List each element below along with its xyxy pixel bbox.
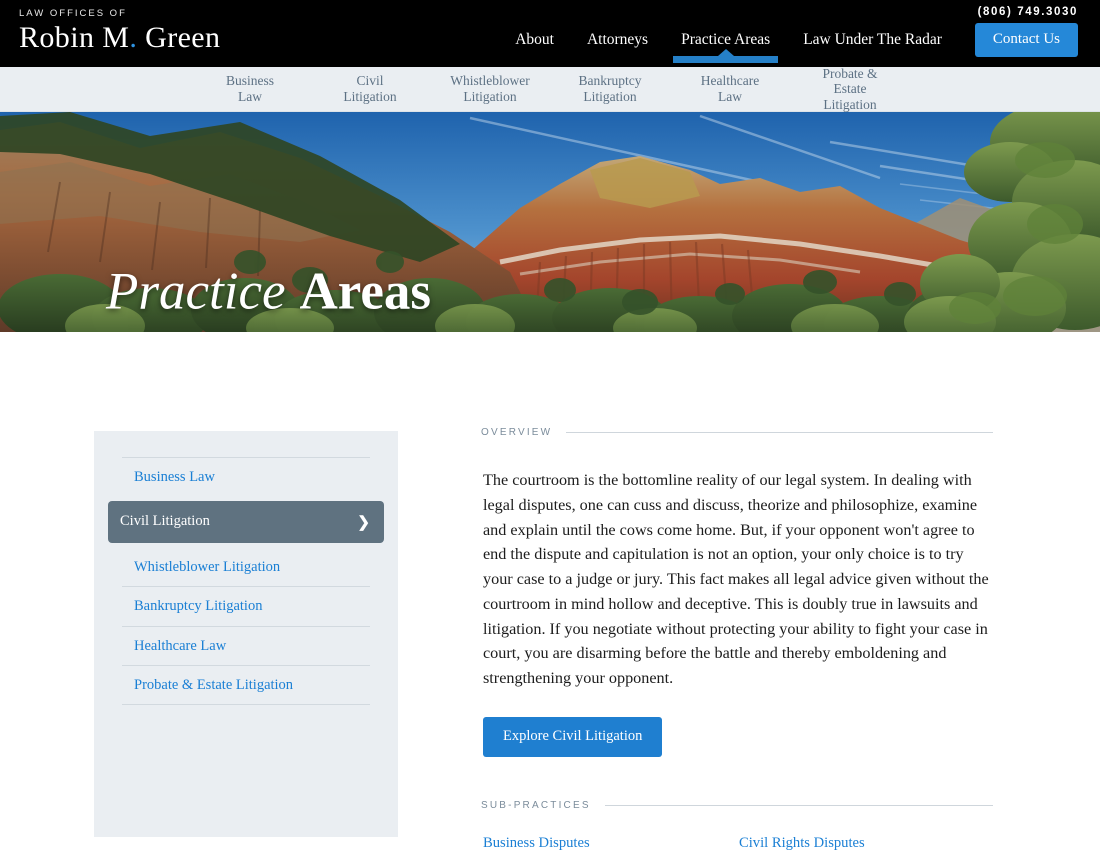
sidebar-item-bankruptcy-litigation[interactable]: Bankruptcy Litigation xyxy=(122,587,370,625)
hero-banner: Practice Areas xyxy=(0,112,1100,332)
sidebar-divider xyxy=(122,704,370,706)
nav-item-about[interactable]: About xyxy=(515,25,554,63)
subnav-item-civil-litigation[interactable]: Civil Litigation xyxy=(310,73,430,104)
content-column: OVERVIEW The courtroom is the bottomline… xyxy=(481,427,993,861)
sidebar-item-business-law[interactable]: Business Law xyxy=(122,458,370,496)
chevron-right-icon: ❯ xyxy=(357,513,370,531)
overview-heading: OVERVIEW xyxy=(481,427,553,438)
subnav-item-healthcare-law[interactable]: Healthcare Law xyxy=(670,73,790,104)
section-rule xyxy=(566,432,993,433)
nav-item-law-under-the-radar[interactable]: Law Under The Radar xyxy=(803,25,942,63)
practice-areas-sidebar: Business Law Civil Litigation ❯ Whistleb… xyxy=(94,431,398,837)
nav-label: Practice Areas xyxy=(681,30,771,48)
nav-label: Attorneys xyxy=(586,30,649,48)
logo-name-part2: Green xyxy=(137,20,221,54)
practice-areas-subnav: Business Law Civil Litigation Whistleblo… xyxy=(0,66,1100,113)
nav-item-attorneys[interactable]: Attorneys xyxy=(587,25,648,63)
phone-number[interactable]: (806) 749.3030 xyxy=(978,0,1078,18)
sidebar-item-healthcare-law[interactable]: Healthcare Law xyxy=(122,627,370,665)
section-rule xyxy=(604,805,993,807)
subnav-item-whistleblower-litigation[interactable]: Whistleblower Litigation xyxy=(430,73,550,104)
subpractices-grid: Business Disputes Civil Rights Disputes … xyxy=(483,835,993,861)
nav-label: Law Under The Radar xyxy=(803,30,942,48)
subpractices-heading: SUB-PRACTICES xyxy=(481,800,591,812)
nav-label: About xyxy=(515,30,554,48)
nav-active-indicator xyxy=(673,48,779,63)
hero-title-word2: Areas xyxy=(299,262,432,321)
site-logo[interactable]: LAW OFFICES OF Robin M. Green xyxy=(0,0,220,53)
subpractices-section-header: SUB-PRACTICES xyxy=(481,800,993,811)
overview-paragraph: The courtroom is the bottomline reality … xyxy=(483,471,989,688)
subpractice-business-disputes[interactable]: Business Disputes xyxy=(483,835,739,852)
sidebar-list: Business Law Civil Litigation ❯ Whistleb… xyxy=(94,457,398,706)
logo-eyebrow: LAW OFFICES OF xyxy=(19,8,127,19)
hero-title: Practice Areas xyxy=(106,262,432,321)
nav-item-practice-areas[interactable]: Practice Areas xyxy=(673,25,779,63)
sidebar-item-whistleblower-litigation[interactable]: Whistleblower Litigation xyxy=(122,548,370,586)
subnav-item-bankruptcy-litigation[interactable]: Bankruptcy Litigation xyxy=(550,73,670,104)
logo-name: Robin M. Green xyxy=(19,20,221,54)
subnav-item-probate-estate-litigation[interactable]: Probate & Estate Litigation xyxy=(790,66,910,113)
overview-section-header: OVERVIEW xyxy=(481,427,993,438)
contact-us-button[interactable]: Contact Us xyxy=(974,23,1078,57)
header-right: (806) 749.3030 About Attorneys Practice … xyxy=(515,0,1100,64)
explore-civil-litigation-button[interactable]: Explore Civil Litigation xyxy=(483,717,663,758)
sidebar-item-probate-estate-litigation[interactable]: Probate & Estate Litigation xyxy=(122,666,370,704)
sidebar-item-civil-litigation[interactable]: Civil Litigation ❯ xyxy=(108,501,384,543)
site-header: LAW OFFICES OF Robin M. Green (806) 749.… xyxy=(0,0,1100,67)
sidebar-item-label: Civil Litigation xyxy=(120,513,210,530)
main-content: Business Law Civil Litigation ❯ Whistleb… xyxy=(0,332,1100,861)
subnav-item-business-law[interactable]: Business Law xyxy=(190,73,310,104)
hero-title-word1: Practice xyxy=(106,262,286,321)
main-navigation: About Attorneys Practice Areas Law Under… xyxy=(515,23,1078,64)
logo-name-part1: Robin M xyxy=(19,20,130,54)
subpractice-civil-rights-disputes[interactable]: Civil Rights Disputes xyxy=(739,835,993,852)
